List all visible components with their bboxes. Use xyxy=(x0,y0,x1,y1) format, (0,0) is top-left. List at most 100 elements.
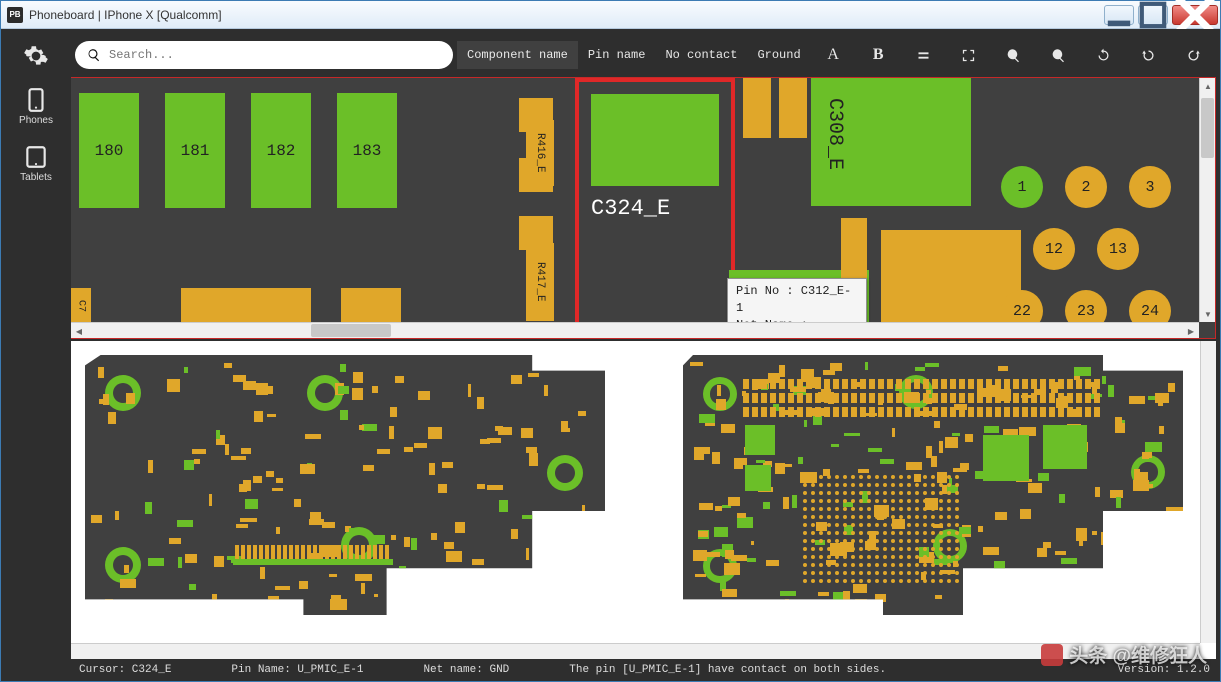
board-component[interactable] xyxy=(831,444,840,448)
board-component[interactable] xyxy=(747,558,756,562)
board-component[interactable] xyxy=(468,384,471,396)
board-component[interactable] xyxy=(995,512,1008,520)
board-component[interactable] xyxy=(581,571,598,583)
board-component[interactable] xyxy=(487,438,501,443)
board-component[interactable] xyxy=(268,596,279,609)
detail-horizontal-scrollbar[interactable]: ◀ ▶ xyxy=(71,322,1199,338)
board-component[interactable] xyxy=(804,420,807,427)
board-component[interactable] xyxy=(830,363,842,371)
board-component[interactable] xyxy=(266,471,274,477)
board-component[interactable] xyxy=(690,362,703,366)
board-component[interactable] xyxy=(522,515,535,519)
board-component[interactable] xyxy=(798,457,804,465)
filter-ground[interactable]: Ground xyxy=(747,41,810,69)
board-component[interactable] xyxy=(374,594,378,597)
board-component[interactable] xyxy=(1121,526,1135,537)
board-component[interactable] xyxy=(724,563,740,575)
board-component[interactable] xyxy=(1059,494,1064,504)
search-box[interactable] xyxy=(75,41,453,69)
board-component[interactable] xyxy=(1127,577,1139,581)
board-component[interactable] xyxy=(276,478,283,484)
board-component[interactable] xyxy=(1155,393,1169,403)
board-component[interactable] xyxy=(1101,532,1114,545)
board-component[interactable] xyxy=(1145,594,1149,603)
board-component[interactable] xyxy=(428,427,442,438)
board-component[interactable] xyxy=(1037,548,1047,557)
board-component[interactable] xyxy=(431,533,437,540)
board-component[interactable] xyxy=(528,373,539,377)
board-component[interactable] xyxy=(362,424,377,432)
board-component[interactable] xyxy=(1169,570,1183,579)
board-component[interactable] xyxy=(529,453,538,466)
board-component[interactable] xyxy=(511,529,519,539)
bga-pin-2[interactable]: 2 xyxy=(1065,166,1107,208)
pad[interactable] xyxy=(743,78,771,138)
board-component[interactable] xyxy=(1114,536,1124,545)
filter-pin-name[interactable]: Pin name xyxy=(578,41,656,69)
overview-horizontal-scrollbar[interactable] xyxy=(71,643,1200,659)
board-component[interactable] xyxy=(906,462,923,470)
board-component[interactable] xyxy=(477,397,484,409)
board-component[interactable] xyxy=(465,574,477,579)
board-component[interactable] xyxy=(945,437,958,448)
scroll-thumb[interactable] xyxy=(311,324,391,337)
board-component[interactable] xyxy=(185,554,197,563)
board-component[interactable] xyxy=(694,447,704,460)
board-component[interactable] xyxy=(695,574,706,578)
board-component[interactable] xyxy=(329,574,337,577)
board-component[interactable] xyxy=(330,599,347,609)
rotate-ccw-button[interactable] xyxy=(1126,41,1171,69)
board-component[interactable] xyxy=(844,433,860,436)
board-component[interactable] xyxy=(511,375,522,384)
pad[interactable] xyxy=(841,218,867,278)
scroll-left-icon[interactable]: ◀ xyxy=(71,323,87,339)
board-component[interactable] xyxy=(1159,569,1166,580)
board-component[interactable] xyxy=(103,394,110,405)
board-component[interactable] xyxy=(699,414,715,423)
board-component[interactable] xyxy=(192,449,207,454)
board-component[interactable] xyxy=(363,465,374,471)
fullscreen-button[interactable] xyxy=(946,41,991,69)
board-component[interactable] xyxy=(395,376,404,383)
font-bold-button[interactable]: B xyxy=(856,41,901,69)
board-component[interactable] xyxy=(294,499,301,508)
board-component[interactable] xyxy=(440,588,444,598)
board-component[interactable] xyxy=(446,551,462,561)
board-component[interactable] xyxy=(359,425,364,431)
board-component[interactable] xyxy=(880,459,894,465)
filter-no-contact[interactable]: No contact xyxy=(655,41,747,69)
board-component[interactable] xyxy=(1063,586,1068,599)
sidebar-item-settings[interactable] xyxy=(23,43,49,69)
board-component[interactable] xyxy=(892,428,895,436)
pad[interactable] xyxy=(881,230,1021,324)
board-component[interactable] xyxy=(785,599,789,609)
board-component[interactable] xyxy=(126,393,135,404)
board-component[interactable] xyxy=(722,589,737,597)
board-component[interactable] xyxy=(1142,452,1149,459)
board-component[interactable] xyxy=(105,599,112,605)
board-component[interactable] xyxy=(352,388,364,400)
board-component[interactable] xyxy=(1115,423,1125,433)
board-component[interactable] xyxy=(855,599,866,612)
board-component[interactable] xyxy=(216,430,220,439)
chip[interactable] xyxy=(745,465,771,491)
bga-pin-12[interactable]: 12 xyxy=(1033,228,1075,270)
board-component[interactable] xyxy=(734,458,747,465)
sidebar-item-tablets[interactable]: Tablets xyxy=(20,144,52,183)
board-component[interactable] xyxy=(952,433,960,436)
board-component[interactable] xyxy=(377,449,390,454)
rotate-cw-button[interactable] xyxy=(1171,41,1216,69)
board-component[interactable] xyxy=(714,527,728,537)
board-component[interactable] xyxy=(779,365,785,377)
board-component[interactable] xyxy=(404,447,413,451)
board-component[interactable] xyxy=(1038,473,1049,480)
board-component[interactable] xyxy=(171,600,181,608)
board-component[interactable] xyxy=(544,385,548,397)
board-component[interactable] xyxy=(1102,376,1106,384)
board-component[interactable] xyxy=(703,447,710,454)
board-component[interactable] xyxy=(178,557,182,567)
board-component[interactable] xyxy=(124,565,129,573)
board-component[interactable] xyxy=(338,386,349,393)
board-component[interactable] xyxy=(978,526,983,532)
connector[interactable] xyxy=(233,559,393,565)
